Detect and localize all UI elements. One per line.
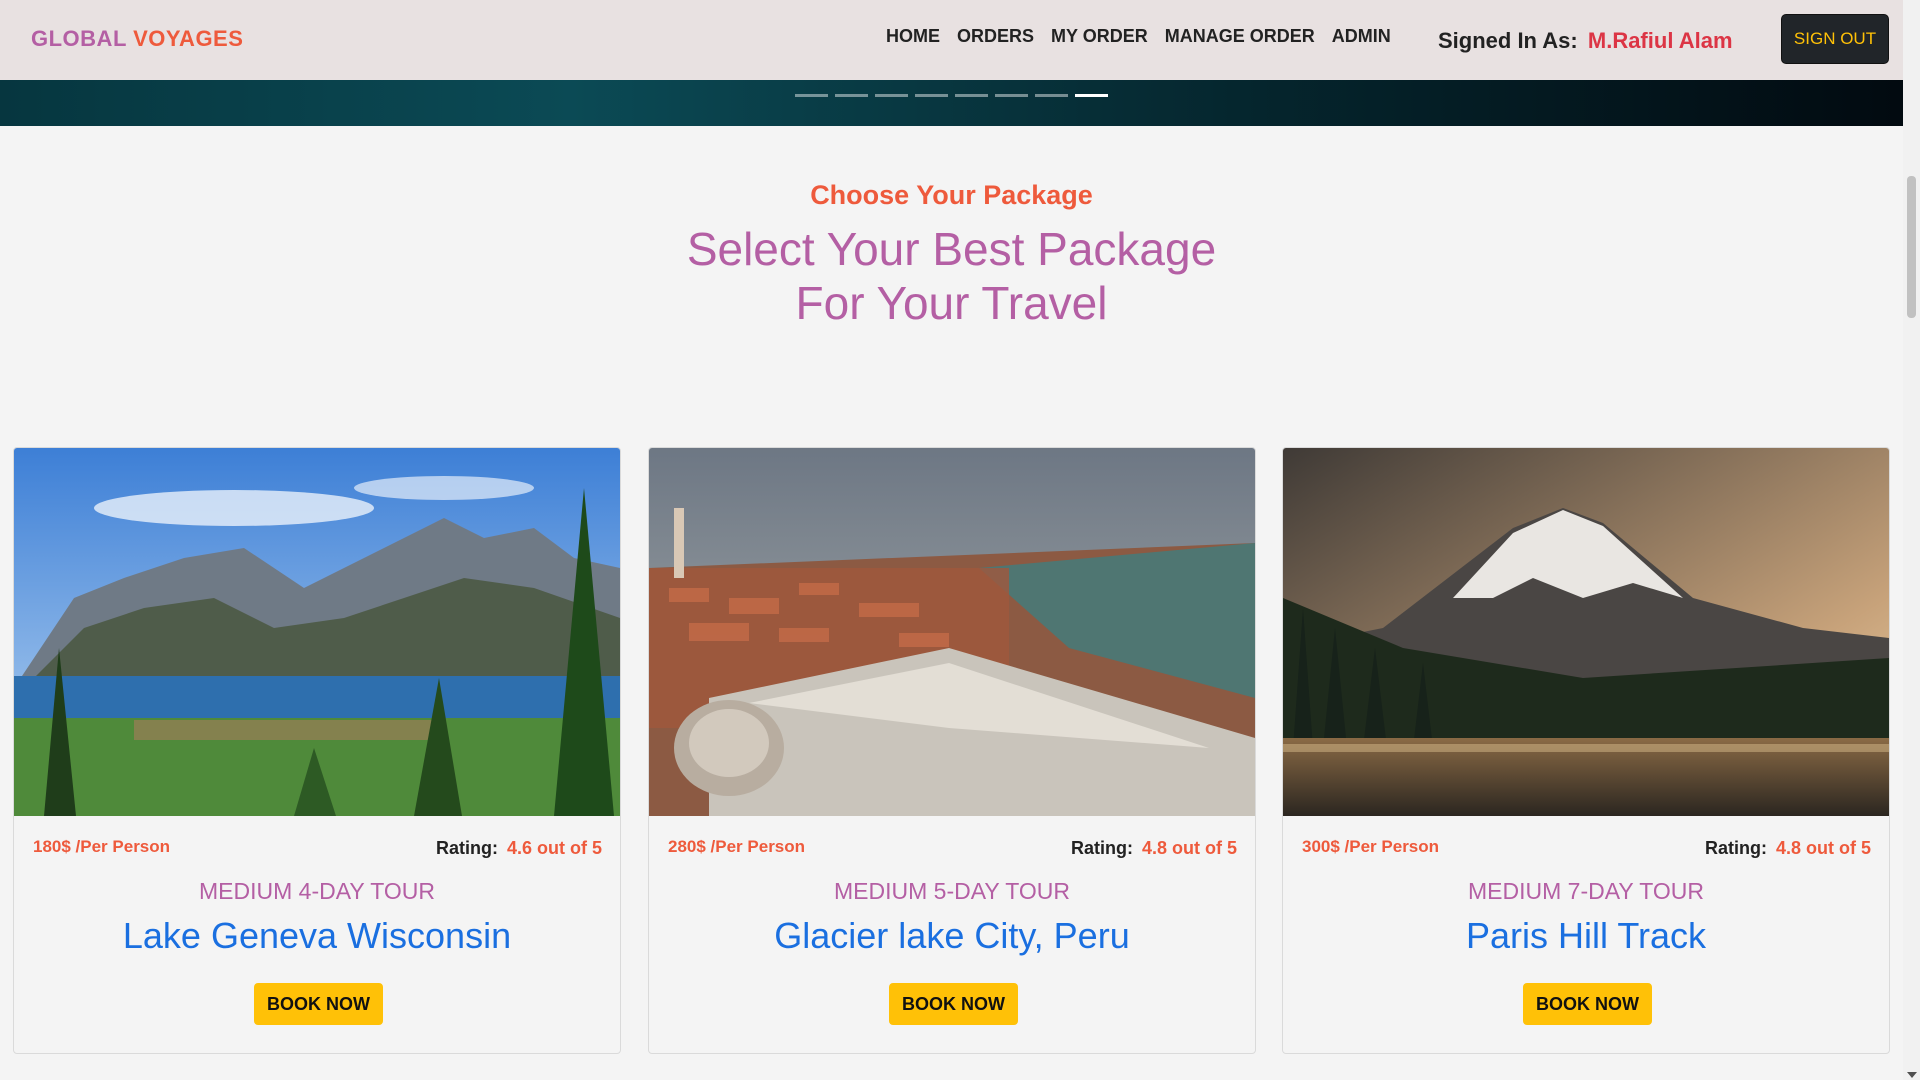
nav-link-admin[interactable]: ADMIN — [1332, 26, 1391, 47]
book-now-button[interactable]: BOOK NOW — [889, 983, 1018, 1025]
section-title-line1: Select Your Best Package — [686, 223, 1217, 275]
rating-label: Rating: — [435, 838, 498, 858]
section-title-line2: For Your Travel — [795, 277, 1108, 329]
package-card: 180$ /Per Person Rating: 4.6 out of 5 ME… — [13, 447, 621, 1054]
carousel-indicator[interactable] — [915, 94, 948, 97]
nav-link-orders[interactable]: ORDERS — [957, 26, 1034, 47]
brand-part1: GLOBAL — [31, 26, 127, 51]
hero-carousel — [0, 80, 1903, 126]
carousel-indicators — [795, 94, 1108, 97]
tour-name[interactable]: Paris Hill Track — [1283, 915, 1889, 957]
carousel-indicator[interactable] — [1035, 94, 1068, 97]
mountain-lake-photo — [14, 448, 620, 816]
signed-in-status: Signed In As: M.Rafiul Alam — [1438, 28, 1733, 54]
brand-part2: VOYAGES — [133, 26, 244, 51]
carousel-indicator[interactable] — [1075, 94, 1108, 97]
signed-in-label: Signed In As: — [1438, 28, 1578, 53]
rating-value: 4.8 out of 5 — [1141, 838, 1237, 858]
scrollbar-thumb[interactable] — [1907, 176, 1916, 318]
brand-logo[interactable]: GLOBAL VOYAGES — [31, 26, 243, 52]
sign-out-button[interactable]: SIGN OUT — [1781, 14, 1889, 64]
package-card: 300$ /Per Person Rating: 4.8 out of 5 ME… — [1282, 447, 1890, 1054]
carousel-indicator[interactable] — [875, 94, 908, 97]
rating-label: Rating: — [1070, 838, 1133, 858]
book-now-button[interactable]: BOOK NOW — [254, 983, 383, 1025]
nav-link-home[interactable]: HOME — [886, 26, 940, 47]
package-rating: Rating: 4.8 out of 5 — [1071, 838, 1237, 859]
nav-links: HOME ORDERS MY ORDER MANAGE ORDER ADMIN — [886, 26, 1391, 47]
tour-type: MEDIUM 7-DAY TOUR — [1468, 878, 1704, 904]
package-rating: Rating: 4.8 out of 5 — [1705, 838, 1871, 859]
section-kicker: Choose Your Package — [810, 180, 1093, 210]
carousel-indicator[interactable] — [835, 94, 868, 97]
snow-volcano-photo — [1283, 448, 1889, 816]
carousel-indicator[interactable] — [795, 94, 828, 97]
rating-value: 4.6 out of 5 — [506, 838, 602, 858]
nav-link-manage-order[interactable]: MANAGE ORDER — [1165, 26, 1315, 47]
rating-label: Rating: — [1704, 838, 1767, 858]
user-name: M.Rafiul Alam — [1587, 28, 1733, 53]
package-rating: Rating: 4.6 out of 5 — [436, 838, 602, 859]
tour-type: MEDIUM 4-DAY TOUR — [199, 878, 435, 904]
nav-link-my-order[interactable]: MY ORDER — [1051, 26, 1148, 47]
rating-value: 4.8 out of 5 — [1775, 838, 1871, 858]
tour-name[interactable]: Lake Geneva Wisconsin — [14, 915, 620, 957]
top-navbar: GLOBAL VOYAGES HOME ORDERS MY ORDER MANA… — [0, 0, 1903, 80]
section-title: Select Your Best Package For Your Travel — [0, 222, 1903, 330]
tour-type: MEDIUM 5-DAY TOUR — [834, 878, 1070, 904]
package-card: 280$ /Per Person Rating: 4.8 out of 5 ME… — [648, 447, 1256, 1054]
package-price: 280$ /Per Person — [668, 837, 806, 856]
carousel-indicator[interactable] — [995, 94, 1028, 97]
carousel-indicator[interactable] — [955, 94, 988, 97]
scroll-down-arrow-icon[interactable] — [1907, 1072, 1917, 1078]
tour-name[interactable]: Glacier lake City, Peru — [649, 915, 1255, 957]
city-aerial-photo — [649, 448, 1255, 816]
page-scrollbar[interactable] — [1903, 0, 1920, 1080]
book-now-button[interactable]: BOOK NOW — [1523, 983, 1652, 1025]
package-price: 180$ /Per Person — [33, 837, 171, 856]
package-price: 300$ /Per Person — [1302, 837, 1440, 856]
